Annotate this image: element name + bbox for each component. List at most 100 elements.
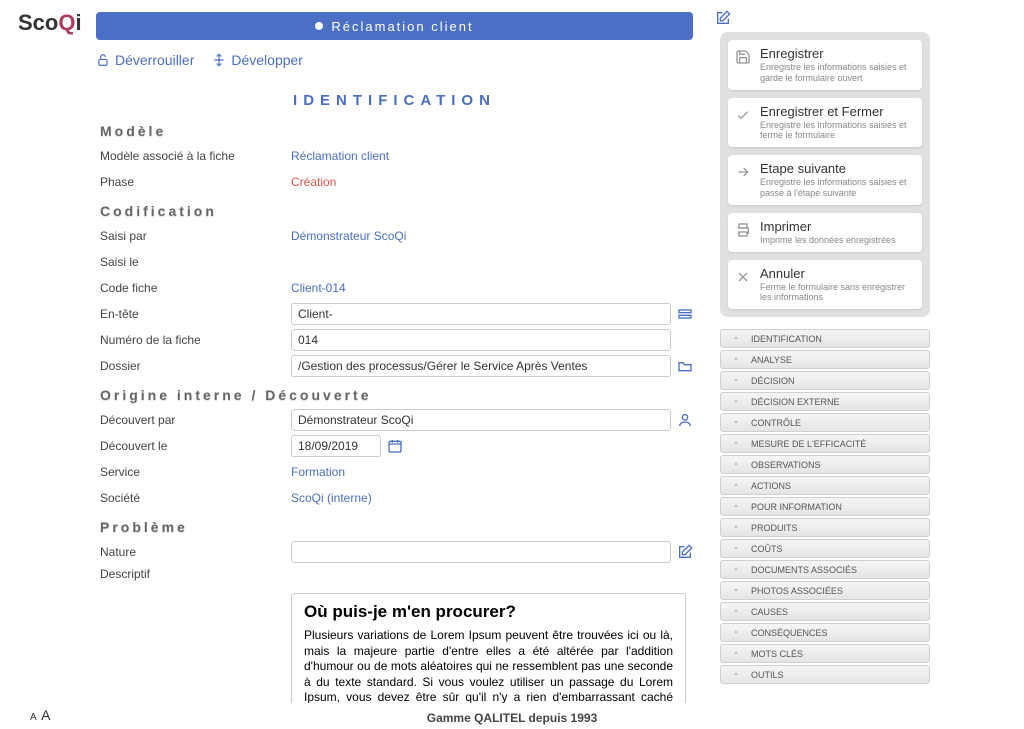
nav-label: MESURE DE L'EFFICACITÉ: [751, 439, 866, 449]
ba-title: Enregistrer et Fermer: [760, 104, 916, 119]
nav-label: MOTS CLÉS: [751, 649, 803, 659]
label-nature: Nature: [96, 545, 291, 559]
nav-btn-11[interactable]: ◦DOCUMENTS ASSOCIÉS: [720, 560, 930, 579]
nav-icon: ◦: [727, 417, 745, 428]
unlock-button[interactable]: Déverrouiller: [96, 52, 194, 68]
label-service: Service: [96, 465, 291, 479]
ba-title: Imprimer: [760, 219, 916, 234]
nav-icon: ◦: [727, 396, 745, 407]
label-saisi-le: Saisi le: [96, 255, 291, 269]
nav-icon: ◦: [727, 375, 745, 386]
input-decouvert-par[interactable]: [291, 409, 671, 431]
input-dossier[interactable]: [291, 355, 671, 377]
nav-btn-5[interactable]: ◦ MESURE DE L'EFFICACITÉ: [720, 434, 930, 453]
calendar-icon[interactable]: [387, 438, 403, 454]
nav-icon: ◦: [727, 522, 745, 533]
value-societe-int[interactable]: ScoQi (interne): [291, 491, 372, 505]
nav-btn-4[interactable]: ◦ CONTRÔLE: [720, 413, 930, 432]
nav-label: CONTRÔLE: [751, 418, 801, 428]
edit-top-icon[interactable]: [715, 10, 731, 26]
big-action-3[interactable]: ImprimerImprime les données enregistrées: [728, 213, 922, 252]
nav-btn-9[interactable]: ◦PRODUITS: [720, 518, 930, 537]
person-icon[interactable]: [677, 412, 693, 428]
nav-icon: ◦: [727, 543, 745, 554]
nav-label: DOCUMENTS ASSOCIÉS: [751, 565, 857, 575]
nav-label: ANALYSE: [751, 355, 792, 365]
nav-btn-14[interactable]: ◦ CONSÉQUENCES: [720, 623, 930, 642]
ba-title: Etape suivante: [760, 161, 916, 176]
nav-btn-2[interactable]: ◦ DÉCISION: [720, 371, 930, 390]
nav-label: DÉCISION: [751, 376, 795, 386]
descriptif-heading: Où puis-je m'en procurer?: [304, 602, 673, 622]
section-origine-interne: Origine interne / Découverte: [100, 387, 693, 403]
expand-button[interactable]: Développer: [212, 52, 303, 68]
label-decouvert-le: Découvert le: [96, 439, 291, 453]
nav-label: CAUSES: [751, 607, 788, 617]
nav-btn-3[interactable]: ◦DÉCISION EXTERNE: [720, 392, 930, 411]
nav-buttons: ◦IDENTIFICATION◦ANALYSE◦DÉCISION◦DÉCISIO…: [720, 329, 930, 684]
nav-icon: ◦: [727, 627, 745, 638]
nav-btn-7[interactable]: ◦ACTIONS: [720, 476, 930, 495]
nav-icon: ◦: [727, 669, 745, 680]
nav-label: COÛTS: [751, 544, 783, 554]
save-icon: [734, 48, 752, 66]
input-nature[interactable]: [291, 541, 671, 563]
nav-icon: ◦: [727, 606, 745, 617]
label-model: Modèle associé à la fiche: [96, 149, 291, 163]
label-entete: En-tête: [96, 307, 291, 321]
big-action-4[interactable]: AnnulerFerme le formulaire sans enregist…: [728, 260, 922, 310]
big-action-0[interactable]: EnregistrerEnregistre les informations s…: [728, 40, 922, 90]
folder-icon[interactable]: [677, 358, 693, 374]
label-numero: Numéro de la fiche: [96, 333, 291, 347]
right-panel: Enregistrer Enregistre les informations s…: [720, 32, 930, 686]
nav-btn-1[interactable]: ◦ANALYSE: [720, 350, 930, 369]
brand-logo: ScoQi: [18, 10, 82, 36]
descriptif-body: Plusieurs variations de Lorem Ipsum peuv…: [304, 628, 673, 703]
nav-icon: ◦: [727, 648, 745, 659]
ba-title: Enregistrer: [760, 46, 916, 61]
print-icon: [734, 221, 752, 239]
form-area: IDENTIFICATION Modèle Modèle associé à l…: [96, 82, 693, 703]
value-service[interactable]: Formation: [291, 465, 345, 479]
label-code: Code fiche: [96, 281, 291, 295]
nav-btn-8[interactable]: ◦POUR INFORMATION: [720, 497, 930, 516]
section-codification: Codification: [100, 203, 693, 219]
nav-label: IDENTIFICATION: [751, 334, 822, 344]
footer-text: Gamme QALITEL depuis 1993: [0, 711, 1024, 725]
nav-btn-13[interactable]: ◦ CAUSES: [720, 602, 930, 621]
big-action-2[interactable]: Etape suivanteEnregistre les information…: [728, 155, 922, 205]
descriptif-textarea[interactable]: Où puis-je m'en procurer? Plusieurs vari…: [291, 593, 686, 703]
nav-label: OUTILS: [751, 670, 784, 680]
nav-label: CONSÉQUENCES: [751, 628, 828, 638]
ba-desc: Enregistre les informations saisies et f…: [760, 120, 916, 142]
label-saisi-par: Saisi par: [96, 229, 291, 243]
nav-btn-6[interactable]: ◦OBSERVATIONS: [720, 455, 930, 474]
big-action-1[interactable]: Enregistrer et FermerEnregistre les info…: [728, 98, 922, 148]
header-title: Réclamation client: [331, 19, 473, 34]
expand-icon: [212, 53, 226, 67]
input-entete[interactable]: [291, 303, 671, 325]
label-decouvert-par: Découvert par: [96, 413, 291, 427]
label-dossier: Dossier: [96, 359, 291, 373]
nav-label: OBSERVATIONS: [751, 460, 821, 470]
nav-btn-16[interactable]: ◦ OUTILS: [720, 665, 930, 684]
nav-btn-0[interactable]: ◦IDENTIFICATION: [720, 329, 930, 348]
nature-edit-icon[interactable]: [677, 544, 693, 560]
entete-icon[interactable]: [677, 306, 693, 322]
input-numero[interactable]: [291, 329, 671, 351]
nav-icon: ◦: [727, 438, 745, 449]
nav-icon: ◦: [727, 585, 745, 596]
value-code[interactable]: Client-014: [291, 281, 346, 295]
nav-icon: ◦: [727, 480, 745, 491]
nav-label: POUR INFORMATION: [751, 502, 842, 512]
main-title: IDENTIFICATION: [96, 92, 693, 109]
nav-btn-15[interactable]: ◦ MOTS CLÉS: [720, 644, 930, 663]
nav-btn-10[interactable]: ◦ COÛTS: [720, 539, 930, 558]
toolbar: Déverrouiller Développer: [96, 52, 303, 68]
ba-desc: Ferme le formulaire sans enregistrer les…: [760, 282, 916, 304]
nav-btn-12[interactable]: ◦PHOTOS ASSOCIÉES: [720, 581, 930, 600]
value-model[interactable]: Réclamation client: [291, 149, 389, 163]
input-decouvert-le[interactable]: [291, 435, 381, 457]
arrow-icon: [734, 163, 752, 181]
value-saisi-par[interactable]: Démonstrateur ScoQi: [291, 229, 406, 243]
